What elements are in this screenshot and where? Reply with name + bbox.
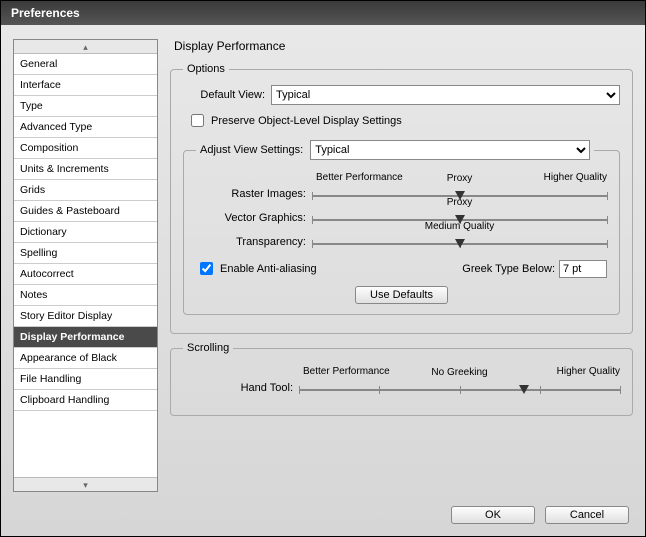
- slider-label: Vector Graphics:: [196, 212, 306, 224]
- sidebar-item[interactable]: Advanced Type: [14, 117, 157, 138]
- greek-input[interactable]: [559, 260, 607, 278]
- scroll-scale-right: Higher Quality: [557, 366, 620, 377]
- slider-row: Transparency: Medium Quality: [196, 235, 607, 249]
- sidebar-item[interactable]: Notes: [14, 285, 157, 306]
- hand-tool-slider[interactable]: No Greeking: [299, 381, 620, 395]
- panel-title: Display Performance: [174, 39, 633, 53]
- scrolling-legend: Scrolling: [183, 342, 233, 354]
- sidebar-item[interactable]: Display Performance: [14, 327, 157, 348]
- scroll-up-icon[interactable]: ▴: [14, 40, 157, 54]
- sidebar-item[interactable]: Story Editor Display: [14, 306, 157, 327]
- sidebar-item[interactable]: Autocorrect: [14, 264, 157, 285]
- sidebar-item[interactable]: General: [14, 54, 157, 75]
- slider-caption: Proxy: [447, 197, 473, 208]
- antialias-checkbox[interactable]: [200, 262, 213, 275]
- adjust-view-group: Adjust View Settings: Typical Better Per…: [183, 140, 620, 315]
- preserve-checkbox[interactable]: [191, 114, 204, 127]
- hand-tool-label: Hand Tool:: [183, 382, 293, 394]
- slider-caption: Medium Quality: [425, 221, 494, 232]
- slider-row: Vector Graphics:Proxy: [196, 211, 607, 225]
- category-sidebar: ▴ GeneralInterfaceTypeAdvanced TypeCompo…: [13, 39, 158, 492]
- greek-label: Greek Type Below:: [462, 263, 555, 275]
- sidebar-item[interactable]: Spelling: [14, 243, 157, 264]
- scale-right-label: Higher Quality: [544, 172, 607, 183]
- cancel-button[interactable]: Cancel: [545, 506, 629, 524]
- sidebar-item[interactable]: Type: [14, 96, 157, 117]
- titlebar: Preferences: [1, 1, 645, 25]
- sidebar-item[interactable]: Clipboard Handling: [14, 390, 157, 411]
- sidebar-item[interactable]: File Handling: [14, 369, 157, 390]
- hand-tool-caption: No Greeking: [431, 367, 487, 378]
- window-title: Preferences: [11, 6, 80, 20]
- sidebar-item[interactable]: Appearance of Black: [14, 348, 157, 369]
- use-defaults-button[interactable]: Use Defaults: [355, 286, 448, 304]
- main-panel: Display Performance Options Default View…: [170, 39, 633, 492]
- slider-label: Raster Images:: [196, 188, 306, 200]
- sidebar-item[interactable]: Dictionary: [14, 222, 157, 243]
- sidebar-item[interactable]: Units & Increments: [14, 159, 157, 180]
- scale-left-label: Better Performance: [316, 172, 403, 183]
- preferences-dialog: Preferences ▴ GeneralInterfaceTypeAdvanc…: [0, 0, 646, 537]
- sidebar-item[interactable]: Guides & Pasteboard: [14, 201, 157, 222]
- adjust-view-legend: Adjust View Settings: Typical: [196, 140, 594, 160]
- quality-slider[interactable]: Medium Quality: [312, 235, 607, 249]
- sidebar-item[interactable]: Grids: [14, 180, 157, 201]
- sidebar-item[interactable]: Composition: [14, 138, 157, 159]
- antialias-label: Enable Anti-aliasing: [220, 263, 317, 275]
- dialog-footer: OK Cancel: [1, 498, 645, 536]
- dialog-body: ▴ GeneralInterfaceTypeAdvanced TypeCompo…: [1, 25, 645, 498]
- scrolling-group: Scrolling Better Performance Higher Qual…: [170, 342, 633, 416]
- default-view-label: Default View:: [183, 89, 265, 101]
- sidebar-item[interactable]: Interface: [14, 75, 157, 96]
- slider-label: Transparency:: [196, 236, 306, 248]
- slider-caption: Proxy: [447, 173, 473, 184]
- default-view-select[interactable]: Typical: [271, 85, 620, 105]
- slider-row: Raster Images:Proxy: [196, 187, 607, 201]
- options-legend: Options: [183, 63, 229, 75]
- scroll-down-icon[interactable]: ▾: [14, 477, 157, 491]
- scroll-scale-left: Better Performance: [303, 366, 390, 377]
- ok-button[interactable]: OK: [451, 506, 535, 524]
- options-group: Options Default View: Typical Preserve O…: [170, 63, 633, 334]
- preserve-label: Preserve Object-Level Display Settings: [211, 115, 402, 127]
- adjust-view-select[interactable]: Typical: [310, 140, 590, 160]
